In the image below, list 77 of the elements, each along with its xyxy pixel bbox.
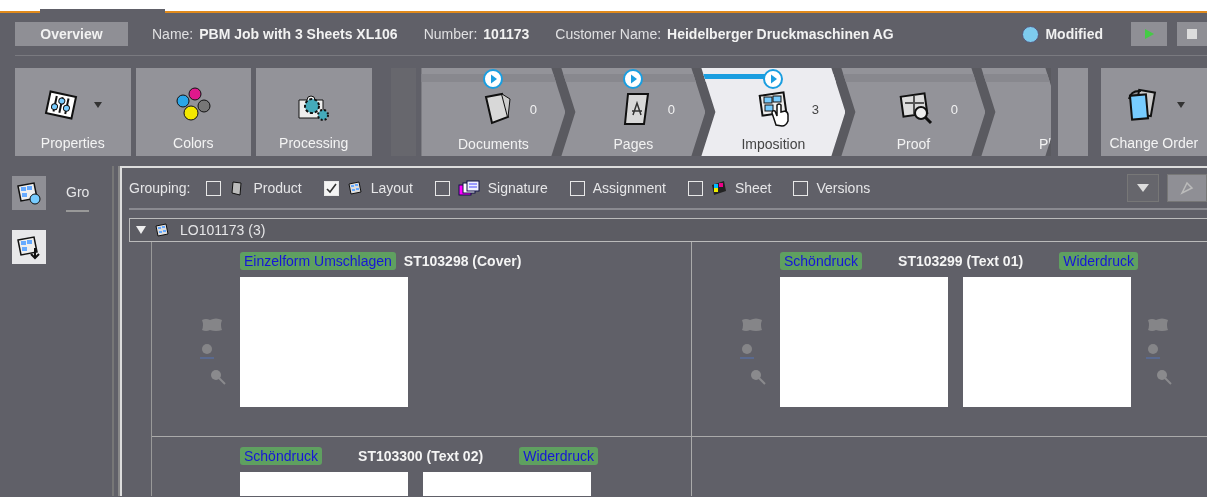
field-label: Name:: [152, 26, 194, 42]
signature-icon: [457, 180, 480, 196]
overview-button[interactable]: Overview: [15, 22, 128, 46]
side-tag: Schöndruck: [780, 252, 862, 270]
splitter-bar[interactable]: [112, 166, 120, 496]
pin-button[interactable]: [1167, 174, 1207, 202]
zoom-icon[interactable]: [1156, 369, 1172, 385]
status-label: Modified: [1045, 26, 1103, 42]
step-count: 3: [811, 101, 819, 117]
person-icon[interactable]: [740, 343, 754, 359]
option-label[interactable]: Versions: [816, 180, 871, 196]
grouping-label: Grouping:: [129, 180, 191, 196]
play-icon[interactable]: [623, 69, 644, 89]
sheet-preview[interactable]: [240, 277, 408, 407]
layout-view-button[interactable]: [12, 176, 46, 210]
side-tag: Schöndruck: [240, 447, 322, 465]
dropdown-button[interactable]: [1127, 174, 1159, 202]
play-icon[interactable]: [483, 69, 504, 89]
zoom-icon[interactable]: [210, 369, 226, 385]
ink-colors-icon: [174, 86, 213, 124]
play-icon: [1143, 28, 1155, 40]
cloud-icon[interactable]: [200, 317, 224, 333]
stop-button[interactable]: [1177, 22, 1207, 46]
person-icon[interactable]: [200, 343, 214, 359]
side-tag: Widerdruck: [1059, 252, 1138, 270]
checkbox[interactable]: [434, 180, 450, 196]
option-label[interactable]: Product: [253, 180, 302, 196]
sheet-name: ST103298 (Cover): [403, 253, 522, 269]
workflow-step[interactable]: 3 Imposition: [701, 68, 846, 156]
workflow-step[interactable]: 0 Documents: [421, 68, 566, 156]
checkbox[interactable]: [206, 180, 222, 196]
magnifier-sheet-icon: [898, 91, 935, 127]
cloud-icon[interactable]: [740, 317, 764, 333]
layout-icon: [154, 222, 170, 238]
toolbar-button[interactable]: Processing: [256, 68, 372, 156]
sheet-name: ST103299 (Text 01): [898, 253, 1024, 269]
option-label[interactable]: Layout: [370, 180, 413, 196]
expand-triangle-icon[interactable]: [136, 226, 146, 234]
sheet-preview[interactable]: [963, 277, 1131, 407]
zoom-icon[interactable]: [750, 369, 766, 385]
option-label[interactable]: Signature: [487, 180, 548, 196]
field-value: 101173: [483, 26, 530, 42]
field-value: Heidelberger Druckmaschinen AG: [667, 26, 894, 42]
checkbox[interactable]: [793, 180, 809, 196]
color-sheet-icon: [710, 180, 727, 196]
layout-import-button[interactable]: [12, 230, 46, 264]
pdf-page-icon: [621, 91, 652, 127]
checkbox[interactable]: [687, 180, 703, 196]
option-label[interactable]: Sheet: [734, 180, 772, 196]
field-label: Number:: [423, 26, 478, 42]
workflow-step[interactable]: 0 Proof: [841, 68, 986, 156]
side-tab[interactable]: Gro: [66, 184, 90, 212]
stop-icon: [1186, 28, 1198, 40]
tree-node[interactable]: LO101173 (3): [129, 218, 1207, 242]
cloud-icon[interactable]: [1146, 317, 1170, 333]
workflow-step[interactable]: 0 Pages: [561, 68, 706, 156]
field-value: PBM Job with 3 Sheets XL106: [199, 26, 398, 42]
play-icon[interactable]: [763, 69, 784, 89]
step-count: 0: [667, 101, 675, 117]
checkbox[interactable]: [323, 180, 339, 196]
toolbar-button[interactable]: Colors: [135, 68, 251, 156]
field-label: Customer Name:: [555, 26, 662, 42]
caret-icon: [1137, 184, 1149, 192]
option-label[interactable]: Assignment: [592, 180, 666, 196]
sheet-name: ST103300 (Text 02): [358, 448, 484, 464]
side-tag: Widerdruck: [519, 447, 598, 465]
play-button[interactable]: [1131, 22, 1167, 46]
change-order-button[interactable]: Change Order: [1100, 68, 1207, 156]
person-icon[interactable]: [1146, 343, 1160, 359]
checkbox[interactable]: [569, 180, 585, 196]
step-count: 0: [950, 101, 958, 117]
step-count: 0: [529, 101, 537, 117]
scroll-right-button[interactable]: [1057, 68, 1088, 156]
layout-icon: [346, 180, 363, 196]
side-tag: Einzelform Umschlagen: [240, 252, 396, 270]
sheet-preview[interactable]: [780, 277, 948, 407]
toolbar-button[interactable]: Properties: [15, 68, 131, 156]
